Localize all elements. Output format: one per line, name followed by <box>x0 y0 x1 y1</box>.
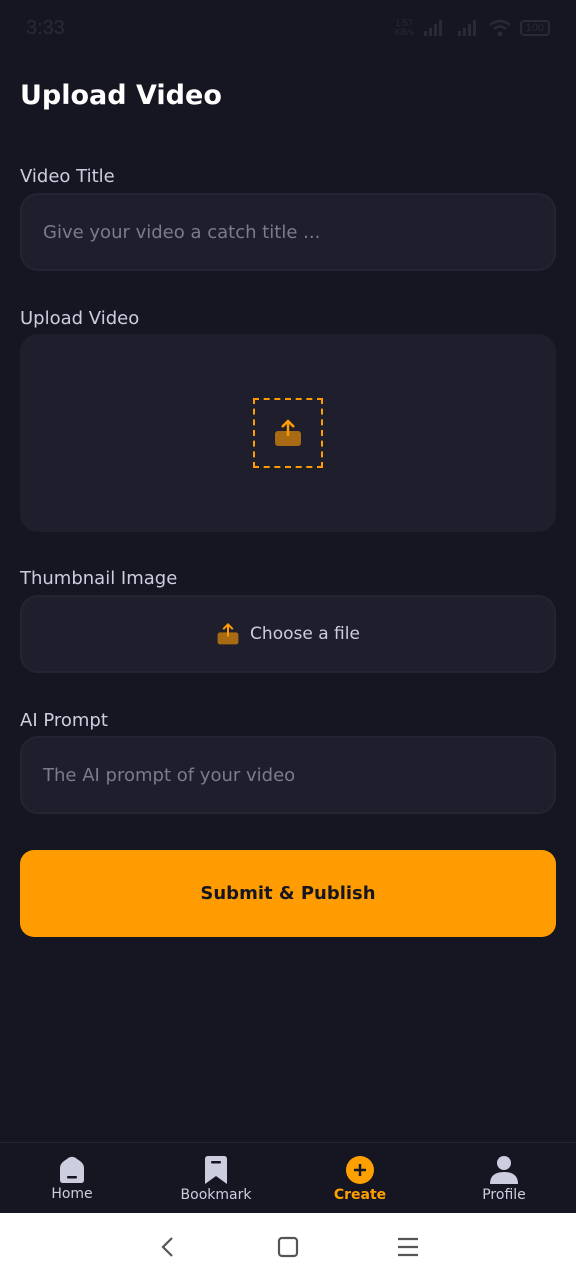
ai-prompt-field[interactable] <box>20 736 556 814</box>
thumbnail-upload-button[interactable]: Choose a file <box>20 595 556 673</box>
status-time: 3:33 <box>26 16 65 39</box>
status-icons: 1.57 KB/s 100 <box>395 19 550 37</box>
upload-dropzone[interactable] <box>253 398 323 468</box>
system-nav-bar <box>0 1213 576 1280</box>
page-title: Upload Video <box>20 80 222 111</box>
profile-icon <box>490 1155 518 1184</box>
video-upload-area[interactable] <box>20 334 556 532</box>
signal-hd-icon <box>457 20 476 36</box>
bottom-tab-bar: Home Bookmark Create Profile <box>0 1142 576 1213</box>
home-square-icon[interactable] <box>276 1235 300 1259</box>
upload-icon <box>217 622 239 645</box>
home-icon <box>60 1156 84 1183</box>
upload-video-label: Upload Video <box>20 308 140 329</box>
tab-create[interactable]: Create <box>288 1143 432 1214</box>
video-title-input[interactable] <box>43 221 533 243</box>
signal-icon <box>423 20 442 36</box>
plus-circle-icon <box>346 1155 374 1184</box>
status-bar: 3:33 1.57 KB/s 100 <box>0 0 576 56</box>
wifi-icon <box>488 19 511 37</box>
tab-home[interactable]: Home <box>0 1143 144 1214</box>
video-title-field[interactable] <box>20 193 556 271</box>
network-speed: 1.57 KB/s <box>394 18 414 37</box>
choose-file-label: Choose a file <box>250 624 360 644</box>
back-icon[interactable] <box>156 1235 180 1259</box>
thumbnail-label: Thumbnail Image <box>20 568 178 589</box>
tab-profile[interactable]: Profile <box>432 1143 576 1214</box>
battery-icon: 100 <box>519 20 550 36</box>
ai-prompt-label: AI Prompt <box>20 710 108 731</box>
ai-prompt-input[interactable] <box>43 764 533 786</box>
tab-bookmark[interactable]: Bookmark <box>144 1143 288 1214</box>
menu-icon[interactable] <box>396 1235 420 1259</box>
submit-publish-button[interactable]: Submit & Publish <box>20 850 556 937</box>
upload-icon <box>275 419 301 446</box>
bookmark-icon <box>205 1155 227 1184</box>
video-title-label: Video Title <box>20 166 115 187</box>
